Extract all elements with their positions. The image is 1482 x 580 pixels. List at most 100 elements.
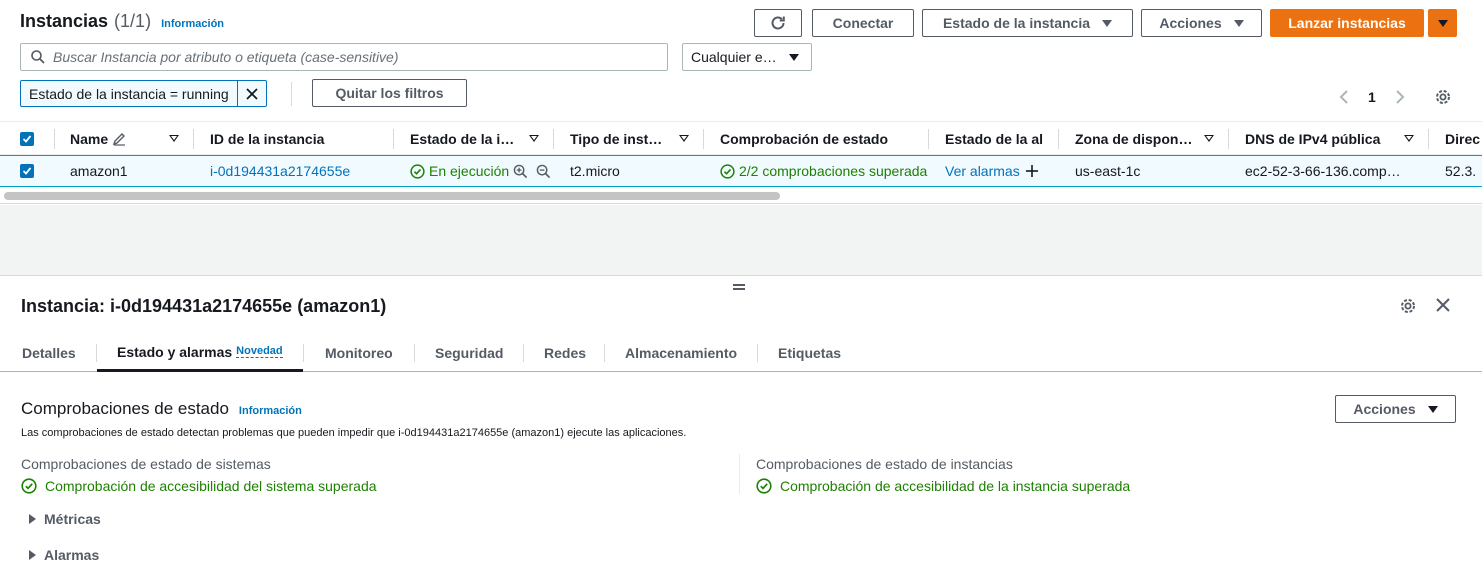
cell-ip: 52.3. [1445, 163, 1477, 179]
info-link[interactable]: Información [161, 18, 224, 30]
pagination: 1 [1338, 84, 1406, 110]
sort-icon[interactable] [1404, 135, 1414, 142]
actions-dropdown[interactable]: Acciones [1141, 9, 1262, 37]
instance-check-label: Comprobación de accesibilidad de la inst… [780, 478, 1131, 494]
section-header: Comprobaciones de estado Información [21, 399, 302, 419]
column-divider [54, 129, 55, 149]
column-header-instance-id[interactable]: ID de la instancia [210, 122, 385, 155]
close-icon [246, 87, 258, 100]
status-check-label: 2/2 comprobaciones superada [739, 163, 928, 179]
detail-settings-button[interactable] [1398, 296, 1418, 319]
table-row[interactable]: amazon1 i-0d194431a2174655e En ejecución… [0, 155, 1482, 187]
caret-right-icon [29, 550, 36, 560]
column-divider [1228, 129, 1229, 149]
search-input-wrapper[interactable] [20, 43, 668, 71]
column-header-dns[interactable]: DNS de IPv4 pública [1245, 122, 1405, 155]
tab-networking[interactable]: Redes [544, 334, 586, 372]
cell-dns: ec2-52-3-66-136.comp… [1245, 163, 1401, 179]
horizontal-scrollbar[interactable] [4, 192, 780, 200]
resize-handle[interactable] [733, 284, 745, 290]
tab-storage[interactable]: Almacenamiento [625, 334, 737, 372]
tab-monitoring[interactable]: Monitoreo [325, 334, 393, 372]
tab-tags[interactable]: Etiquetas [778, 334, 841, 372]
column-header-type[interactable]: Tipo de inst… [570, 122, 670, 155]
cell-zone: us-east-1c [1075, 163, 1141, 179]
tab-status-alarms[interactable]: Estado y alarmas Novedad [97, 334, 303, 372]
column-divider [928, 129, 929, 149]
launch-options-button[interactable] [1428, 9, 1457, 37]
sort-icon[interactable] [169, 135, 179, 142]
launch-instances-button[interactable]: Lanzar instancias [1270, 9, 1424, 37]
cell-state: En ejecución [410, 156, 555, 186]
chevron-left-icon[interactable] [1338, 89, 1350, 105]
column-header-name[interactable]: Name [70, 122, 160, 155]
metrics-expander[interactable]: Métricas [29, 511, 101, 527]
checkbox[interactable] [20, 164, 34, 178]
instance-id-link[interactable]: i-0d194431a2174655e [210, 156, 390, 186]
success-icon [410, 163, 425, 179]
table-preferences-button[interactable] [1433, 87, 1453, 110]
check-icon [22, 134, 32, 143]
row-checkbox[interactable] [20, 156, 34, 186]
sort-icon[interactable] [679, 135, 689, 142]
tab-details[interactable]: Detalles [22, 334, 76, 372]
cell-status-check: 2/2 comprobaciones superada [720, 156, 930, 186]
detail-title: Instancia: i-0d194431a2174655e (amazon1) [21, 296, 387, 316]
refresh-button[interactable] [754, 9, 802, 37]
split-gap [0, 205, 1482, 275]
section-title: Comprobaciones de estado [21, 399, 229, 418]
success-icon [21, 478, 37, 494]
zoom-out-icon[interactable] [536, 164, 551, 179]
column-header-status-check[interactable]: Comprobación de estado [720, 122, 920, 155]
plus-icon[interactable] [1025, 164, 1039, 178]
list-header: Instancias (1/1) Información [20, 11, 224, 32]
instance-state-dropdown[interactable]: Estado de la instancia [922, 9, 1133, 37]
close-detail-button[interactable] [1434, 296, 1452, 317]
info-link[interactable]: Información [239, 405, 302, 417]
system-check-label: Comprobación de accesibilidad del sistem… [45, 478, 377, 494]
zoom-in-icon[interactable] [513, 164, 528, 179]
alarms-expander[interactable]: Alarmas [29, 547, 99, 563]
filter-token: Estado de la instancia = running [20, 80, 267, 107]
sort-icon[interactable] [529, 135, 539, 142]
view-alarms-link[interactable]: Ver alarmas [945, 163, 1020, 179]
filter-token-label: Estado de la instancia = running [21, 81, 238, 106]
state-filter-select[interactable]: Cualquier e… [682, 43, 812, 71]
select-all-checkbox[interactable] [20, 122, 38, 155]
instance-checks-heading: Comprobaciones de estado de instancias [756, 456, 1013, 472]
column-header-zone[interactable]: Zona de dispon… [1075, 122, 1193, 155]
clear-filters-button[interactable]: Quitar los filtros [312, 79, 467, 107]
chevron-down-icon [1102, 19, 1113, 27]
section-actions-dropdown[interactable]: Acciones [1335, 395, 1456, 423]
divider [0, 203, 1482, 204]
column-header-label: Name [70, 130, 109, 147]
caret-right-icon [29, 514, 36, 524]
page-number[interactable]: 1 [1368, 89, 1376, 105]
sort-icon[interactable] [1204, 135, 1214, 142]
page-title: Instancias [20, 11, 109, 31]
tab-divider [523, 344, 524, 362]
tab-security[interactable]: Seguridad [435, 334, 503, 372]
chevron-right-icon[interactable] [1394, 89, 1406, 105]
system-checks-heading: Comprobaciones de estado de sistemas [21, 456, 271, 472]
tab-divider [604, 344, 605, 362]
column-header-alarms[interactable]: Estado de la ala [945, 122, 1043, 155]
connect-button[interactable]: Conectar [812, 9, 914, 37]
column-header-ip[interactable]: Direc [1445, 122, 1482, 155]
column-divider [193, 129, 194, 149]
column-header-state[interactable]: Estado de la i… [410, 122, 520, 155]
gear-icon [1436, 90, 1450, 104]
instance-count: (1/1) [114, 11, 152, 31]
chevron-down-icon [789, 54, 799, 61]
actions-label: Acciones [1353, 401, 1416, 417]
gear-icon [1401, 299, 1415, 313]
cell-type: t2.micro [570, 163, 620, 179]
tab-divider [414, 344, 415, 362]
instance-detail-panel: Instancia: i-0d194431a2174655e (amazon1)… [0, 275, 1482, 580]
remove-filter-button[interactable] [238, 81, 266, 106]
edit-icon [113, 132, 126, 146]
column-divider [739, 454, 740, 494]
section-description: Las comprobaciones de estado detectan pr… [21, 427, 687, 439]
search-input[interactable] [53, 49, 653, 65]
checkbox[interactable] [20, 131, 34, 146]
